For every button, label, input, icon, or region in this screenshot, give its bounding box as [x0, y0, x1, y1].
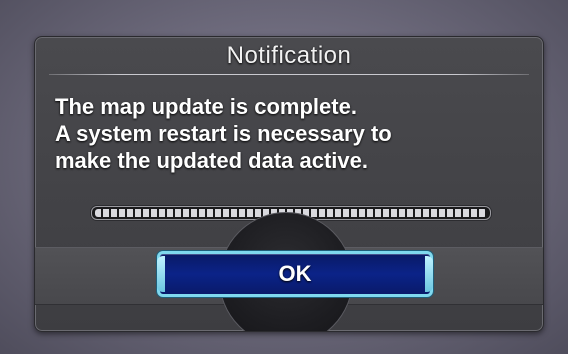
message-line-3: make the updated data active.: [55, 148, 368, 173]
dialog-message: The map update is complete. A system res…: [55, 93, 525, 174]
message-line-1: The map update is complete.: [55, 94, 357, 119]
notification-dialog: Notification The map update is complete.…: [34, 36, 544, 332]
message-line-2: A system restart is necessary to: [55, 121, 392, 146]
ok-button-right-cap: [425, 256, 433, 292]
ok-button-left-cap: [157, 256, 165, 292]
dialog-title: Notification: [226, 42, 352, 69]
title-divider: [49, 74, 529, 75]
navigation-screen: Notification The map update is complete.…: [0, 0, 568, 354]
ok-button-label: OK: [278, 261, 312, 286]
ok-button[interactable]: OK: [157, 251, 433, 297]
